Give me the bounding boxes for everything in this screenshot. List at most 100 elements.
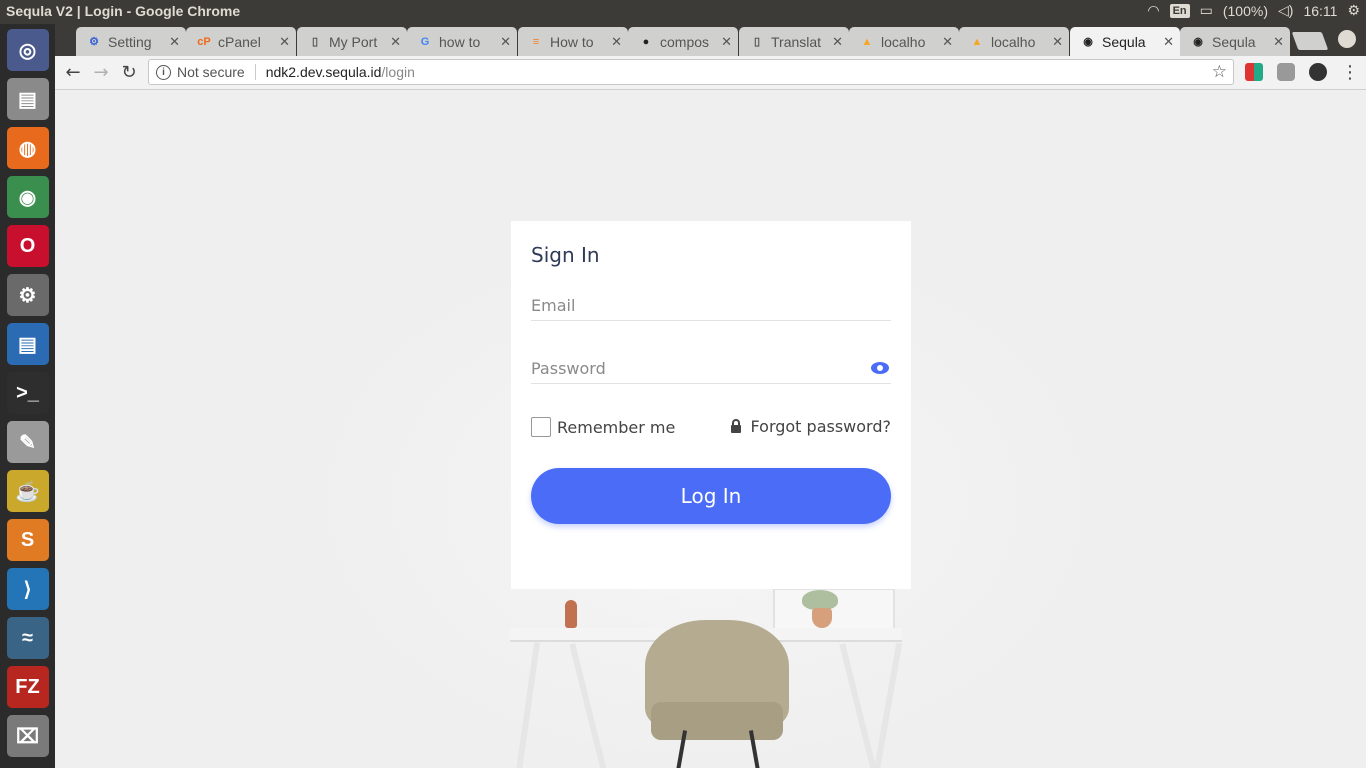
tab-translat[interactable]: ▯ Translat ✕ xyxy=(739,27,849,56)
terminal-icon[interactable]: >_ xyxy=(6,372,49,414)
show-password-eye-icon[interactable] xyxy=(871,362,889,374)
writer-icon[interactable]: ▤ xyxy=(6,323,49,365)
document-icon: ▯ xyxy=(753,36,761,48)
login-card: Sign In Remember me Forgot password? Log… xyxy=(511,221,911,589)
tab-label: localho xyxy=(881,33,926,50)
remember-me-checkbox[interactable] xyxy=(531,417,551,437)
volume-icon[interactable]: ◁) xyxy=(1278,2,1293,19)
settings-icon[interactable]: ⚙ xyxy=(6,274,49,316)
tab-how-to[interactable]: ≡ How to ✕ xyxy=(518,27,628,56)
tab-label: how to xyxy=(439,33,481,50)
extension-icon[interactable] xyxy=(1245,63,1263,81)
tab-label: compos xyxy=(660,33,710,50)
vscode-icon[interactable]: ⟩ xyxy=(6,568,49,610)
close-tab-icon[interactable]: ✕ xyxy=(832,34,843,50)
sublime-icon[interactable]: S xyxy=(6,519,49,561)
forward-arrow-icon[interactable]: → xyxy=(89,60,113,84)
plant xyxy=(802,590,838,610)
address-bar[interactable]: i Not secure ndk2.dev.sequla.id/login ☆ xyxy=(148,59,1234,85)
filezilla-icon[interactable]: FZ xyxy=(6,666,49,708)
tab-cpanel[interactable]: cP cPanel ✕ xyxy=(186,27,296,56)
extension-icon[interactable] xyxy=(1309,63,1327,81)
bookmark-star-icon[interactable]: ☆ xyxy=(1212,62,1227,82)
chair-seat xyxy=(651,702,783,740)
tab-localho[interactable]: ▲ localho ✕ xyxy=(849,27,959,56)
tab-label: Setting xyxy=(108,33,152,50)
close-tab-icon[interactable]: ✕ xyxy=(279,34,290,50)
gear-icon: ⚙ xyxy=(89,36,99,48)
close-tab-icon[interactable]: ✕ xyxy=(611,34,622,50)
back-arrow-icon[interactable]: ← xyxy=(61,60,85,84)
vase xyxy=(565,600,577,628)
battery-icon[interactable]: ▭ xyxy=(1200,2,1213,19)
close-tab-icon[interactable]: ✕ xyxy=(942,34,953,50)
log-in-button[interactable]: Log In xyxy=(531,468,891,524)
sign-in-heading: Sign In xyxy=(531,243,600,267)
firefox-icon[interactable]: ◍ xyxy=(6,127,49,169)
security-label[interactable]: Not secure xyxy=(177,64,245,80)
profile-icon[interactable] xyxy=(1338,30,1356,48)
info-icon[interactable]: i xyxy=(156,64,171,80)
forgot-password-link[interactable]: Forgot password? xyxy=(730,417,891,436)
battery-percentage: (100%) xyxy=(1222,2,1268,19)
email-field-wrapper xyxy=(531,285,891,321)
files-icon[interactable]: ▤ xyxy=(6,78,49,120)
password-input[interactable] xyxy=(531,348,891,383)
close-tab-icon[interactable]: ✕ xyxy=(1163,34,1174,50)
keyboard-language-indicator[interactable]: En xyxy=(1169,3,1190,18)
text-editor-icon[interactable]: ✎ xyxy=(6,421,49,463)
close-tab-icon[interactable]: ✕ xyxy=(169,34,180,50)
tab-sequla[interactable]: ◉ Sequla ✕ xyxy=(1180,27,1290,56)
close-tab-icon[interactable]: ✕ xyxy=(500,34,511,50)
chrome-icon[interactable]: ◉ xyxy=(6,176,49,218)
tab-setting[interactable]: ⚙ Setting ✕ xyxy=(76,27,186,56)
trash-icon[interactable]: ⌧ xyxy=(6,715,49,757)
close-tab-icon[interactable]: ✕ xyxy=(390,34,401,50)
mysql-workbench-icon[interactable]: ≈ xyxy=(6,617,49,659)
phpmyadmin-icon: ▲ xyxy=(861,35,873,48)
browser-tab-strip: ⚙ Setting ✕ cP cPanel ✕ ▯ My Port ✕ Ghow to ✕ ≡ How … xyxy=(55,24,1366,56)
camera-extension-icon[interactable] xyxy=(1277,63,1295,81)
close-tab-icon[interactable]: ✕ xyxy=(721,34,732,50)
system-top-panel: Sequla V2 | Login - Google Chrome ◠ En ▭… xyxy=(0,0,1366,24)
clock[interactable]: 16:11 xyxy=(1303,3,1337,19)
page-content: Sign In Remember me Forgot password? Log… xyxy=(55,90,1366,768)
reload-icon[interactable]: ↻ xyxy=(117,60,141,84)
phpmyadmin-icon: ▲ xyxy=(971,35,983,48)
email-input[interactable] xyxy=(531,285,891,320)
plant-pot xyxy=(812,608,832,628)
document-icon: ▯ xyxy=(311,36,319,48)
tab-label: localho xyxy=(991,33,1036,50)
tab-localho[interactable]: ▲ localho ✕ xyxy=(959,27,1069,56)
chrome-menu-icon[interactable]: ⋮ xyxy=(1338,60,1362,84)
system-tray: ◠ En ▭ (100%) ◁) 16:11 ⚙ xyxy=(1147,2,1360,19)
address-divider xyxy=(254,64,256,80)
tab-how-to[interactable]: Ghow to ✕ xyxy=(407,27,517,56)
opera-icon[interactable]: O xyxy=(6,225,49,267)
lock-icon xyxy=(730,418,741,433)
tab-label: cPanel xyxy=(218,33,261,50)
tab-label: My Port xyxy=(329,33,378,50)
tab-compos[interactable]: ● compos ✕ xyxy=(628,27,738,56)
sequla-icon: ◉ xyxy=(1083,36,1093,48)
ubuntu-dash-icon[interactable]: ◎ xyxy=(6,29,49,71)
url-host[interactable]: ndk2.dev.sequla.id xyxy=(266,64,382,80)
remember-me[interactable]: Remember me xyxy=(531,417,675,437)
browser-toolbar: ← → ↻ i Not secure ndk2.dev.sequla.id/lo… xyxy=(55,56,1366,90)
close-tab-icon[interactable]: ✕ xyxy=(1052,34,1063,50)
close-tab-icon[interactable]: ✕ xyxy=(1273,34,1284,50)
forgot-password-label[interactable]: Forgot password? xyxy=(751,417,891,436)
tab-my-port[interactable]: ▯ My Port ✕ xyxy=(297,27,407,56)
github-icon: ● xyxy=(642,35,650,48)
teapot-icon[interactable]: ☕ xyxy=(6,470,49,512)
power-gear-icon[interactable]: ⚙ xyxy=(1347,2,1360,19)
wifi-icon[interactable]: ◠ xyxy=(1147,2,1159,19)
tab-label: Translat xyxy=(771,33,822,50)
tab-sequla[interactable]: ◉ Sequla ✕ xyxy=(1070,27,1180,56)
sequla-icon: ◉ xyxy=(1193,36,1203,48)
remember-me-label[interactable]: Remember me xyxy=(557,418,675,437)
url-path[interactable]: /login xyxy=(381,64,414,80)
new-tab-button[interactable] xyxy=(1291,32,1329,50)
unity-launcher: ◎ ▤ ◍ ◉ O ⚙ ▤ >_ ✎ ☕ S ⟩ ≈ FZ ⌧ xyxy=(0,24,55,768)
tab-label: Sequla xyxy=(1212,33,1256,50)
